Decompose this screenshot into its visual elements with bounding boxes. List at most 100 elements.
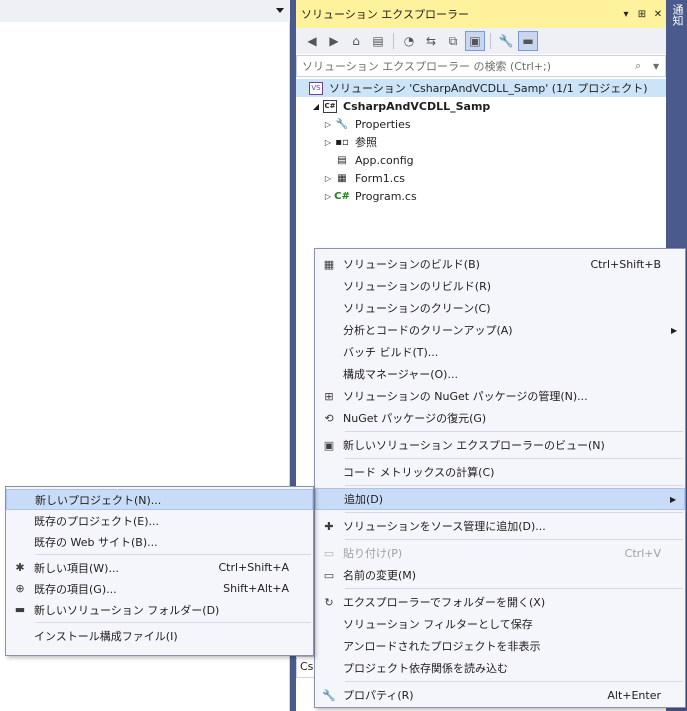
add-submenu: 新しいプロジェクト(N)... 既存のプロジェクト(E)... 既存の Web サイ… [5,486,314,656]
solution-icon: VS [308,81,324,95]
menu-item-shortcut: Shift+Alt+A [223,582,289,595]
chevron-down-icon[interactable]: ▼ [653,62,665,71]
menu-item-icon: 🔧 [322,688,336,702]
pin-icon[interactable]: ⊞ [634,9,650,20]
tree-item-label: 参照 [355,136,377,149]
tree-item-form1[interactable]: ▷ ▦ Form1.cs [296,169,666,187]
menu-item-label: ソリューションの NuGet パッケージの管理(N)... [343,390,588,403]
menu-item-ソリューションのリビルド[interactable]: ソリューションのリビルド(R) [315,275,685,297]
menu-item-label: バッチ ビルド(T)... [343,346,439,359]
wrench-icon: 🔧 [335,118,349,130]
submenu-arrow-icon: ▶ [670,494,677,504]
toolbar-separator [393,33,394,49]
form-icon: ▦ [337,172,347,184]
solution-explorer-toolbar: ◀ ▶ ⌂ ▤ ◔ ⇆ ⧉ ▣ 🔧 ▬ [296,28,666,54]
menu-item-アンロードされたプロジェクトを非表示[interactable]: アンロードされたプロジェクトを非表示 [315,635,685,657]
menu-item-label: コード メトリックスの計算(C) [343,466,495,479]
back-icon[interactable]: ◀ [302,31,322,51]
solution-tree: VS ソリューション 'CsharpAndVCDLL_Samp' (1/1 プロ… [296,79,666,205]
menu-item-nuget-パッケージの復元[interactable]: ⟲ NuGet パッケージの復元(G) [315,407,685,429]
menu-item-ソリューションの-nuget-パッケージの管理[interactable]: ⊞ ソリューションの NuGet パッケージの管理(N)... [315,385,685,407]
menu-item-shortcut: Alt+Enter [607,688,661,702]
solution-context-menu: ▦ ソリューションのビルド(B) Ctrl+Shift+B ソリューションのリビルド(… [314,248,686,708]
switch-views-icon[interactable]: ▤ [368,31,388,51]
menu-item-新しいソリューション-エクスプローラーのビュー[interactable]: ▣ 新しいソリューション エクスプローラーのビュー(N) [315,434,685,456]
menu-item-新しいソリューション-フォルダー[interactable]: ▬ 新しいソリューション フォルダー(D) [6,599,313,620]
sync-icon[interactable]: ⇆ [421,31,441,51]
menu-item-既存のプロジェクト[interactable]: 既存のプロジェクト(E)... [6,510,313,531]
menu-item-名前の変更[interactable]: ▭ 名前の変更(M) [315,564,685,586]
menu-item-icon: ▭ [323,546,335,560]
menu-item-プロジェクト依存関係を読み込む[interactable]: プロジェクト依存関係を読み込む [315,657,685,679]
collapsed-arrow-icon[interactable]: ▷ [322,120,334,129]
tree-item-label: CsharpAndVCDLL_Samp [343,99,491,113]
menu-item-ソリューションのクリーン[interactable]: ソリューションのクリーン(C) [315,297,685,319]
menu-item-label: NuGet パッケージの復元(G) [343,412,487,425]
menu-item-新しい項目[interactable]: ✱ 新しい項目(W)... Ctrl+Shift+A [6,557,313,578]
menu-item-icon: ↻ [324,595,334,609]
collapsed-arrow-icon[interactable]: ▷ [322,192,334,201]
tree-item-app-config[interactable]: ▤ App.config [296,151,666,169]
expanded-arrow-icon[interactable]: ◢ [310,102,322,111]
menu-item-ソリューションをソース管理に追加[interactable]: ✚ ソリューションをソース管理に追加(D)... [315,515,685,537]
collapsed-arrow-icon[interactable]: ▷ [322,138,334,147]
menu-item-label: エクスプローラーでフォルダーを開く(X) [343,596,546,609]
forward-icon[interactable]: ▶ [324,31,344,51]
menu-item-label: 追加(D) [344,493,384,506]
menu-item-label: インストール構成ファイル(I) [34,629,178,643]
menu-item-label: 既存のプロジェクト(E)... [34,514,160,528]
solution-explorer-search-input[interactable]: ソリューション エクスプローラー の検索 (Ctrl+;) ⌕ ▼ [296,55,666,77]
history-icon[interactable]: ◔ [399,31,419,51]
show-all-files-icon[interactable]: ▣ [465,31,485,51]
menu-item-shortcut: Ctrl+Shift+A [218,561,289,574]
close-icon[interactable]: ✕ [650,9,666,20]
tree-item-references[interactable]: ▷ ▪▫ 参照 [296,133,666,151]
menu-separator [345,512,683,513]
editor-tab-strip [0,0,290,22]
menu-item-ソリューション-フィルターとして保存[interactable]: ソリューション フィルターとして保存 [315,613,685,635]
search-icon[interactable]: ⌕ [635,59,653,73]
menu-item-エクスプローラーでフォルダーを開く[interactable]: ↻ エクスプローラーでフォルダーを開く(X) [315,591,685,613]
menu-item-プロパティ[interactable]: 🔧 プロパティ(R) Alt+Enter [315,684,685,706]
menu-separator [36,622,311,623]
tree-item-program[interactable]: ▷ C# Program.cs [296,187,666,205]
menu-item-既存の-web-サイト[interactable]: 既存の Web サイト(B)... [6,531,313,552]
menu-item-追加[interactable]: 追加(D) ▶ [315,488,685,510]
tree-item-solution[interactable]: VS ソリューション 'CsharpAndVCDLL_Samp' (1/1 プロ… [296,79,666,97]
menu-item-label: 既存の Web サイト(B)... [34,535,158,549]
menu-separator [345,458,683,459]
menu-item-構成マネージャー[interactable]: 構成マネージャー(O)... [315,363,685,385]
chevron-down-icon[interactable] [276,8,284,13]
menu-item-label: 新しいソリューション エクスプローラーのビュー(N) [343,439,605,452]
home-icon[interactable]: ⌂ [346,31,366,51]
menu-item-label: 分析とコードのクリーンアップ(A) [343,324,513,337]
properties-wrench-icon[interactable]: 🔧 [496,31,516,51]
references-icon: ▪▫ [335,136,349,148]
preview-icon[interactable]: ▬ [518,31,538,51]
tree-item-properties[interactable]: ▷ 🔧 Properties [296,115,666,133]
menu-item-コード-メトリックスの計算[interactable]: コード メトリックスの計算(C) [315,461,685,483]
menu-separator [36,554,311,555]
menu-item-label: ソリューションのビルド(B) [343,258,480,271]
menu-item-新しいプロジェクト[interactable]: 新しいプロジェクト(N)... [6,489,313,510]
menu-item-既存の項目[interactable]: ⊕ 既存の項目(G)... Shift+Alt+A [6,578,313,599]
menu-item-ソリューションのビルド[interactable]: ▦ ソリューションのビルド(B) Ctrl+Shift+B [315,253,685,275]
menu-item-分析とコードのクリーンアップ[interactable]: 分析とコードのクリーンアップ(A) ▶ [315,319,685,341]
menu-item-インストール構成ファイル[interactable]: インストール構成ファイル(I) [6,625,313,646]
tree-item-label: Properties [355,117,411,131]
menu-item-icon: ✚ [324,519,334,533]
menu-item-icon: ▦ [323,257,335,271]
menu-item-バッチ-ビルド[interactable]: バッチ ビルド(T)... [315,341,685,363]
menu-item-貼り付け: ▭ 貼り付け(P) Ctrl+V [315,542,685,564]
toolbar-separator [490,33,491,49]
panel-title: ソリューション エクスプローラー [301,8,469,21]
tree-item-project[interactable]: ◢ C# CsharpAndVCDLL_Samp [296,97,666,115]
search-placeholder: ソリューション エクスプローラー の検索 (Ctrl+;) [302,60,552,73]
collapsed-arrow-icon[interactable]: ▷ [322,174,334,183]
menu-item-label: ソリューションのクリーン(C) [343,302,491,315]
collapse-all-icon[interactable]: ⧉ [443,31,463,51]
menu-item-label: プロジェクト依存関係を読み込む [343,662,508,675]
menu-item-icon: ⊞ [324,389,334,403]
menu-separator [345,681,683,682]
window-position-icon[interactable]: ▾ [618,9,634,20]
